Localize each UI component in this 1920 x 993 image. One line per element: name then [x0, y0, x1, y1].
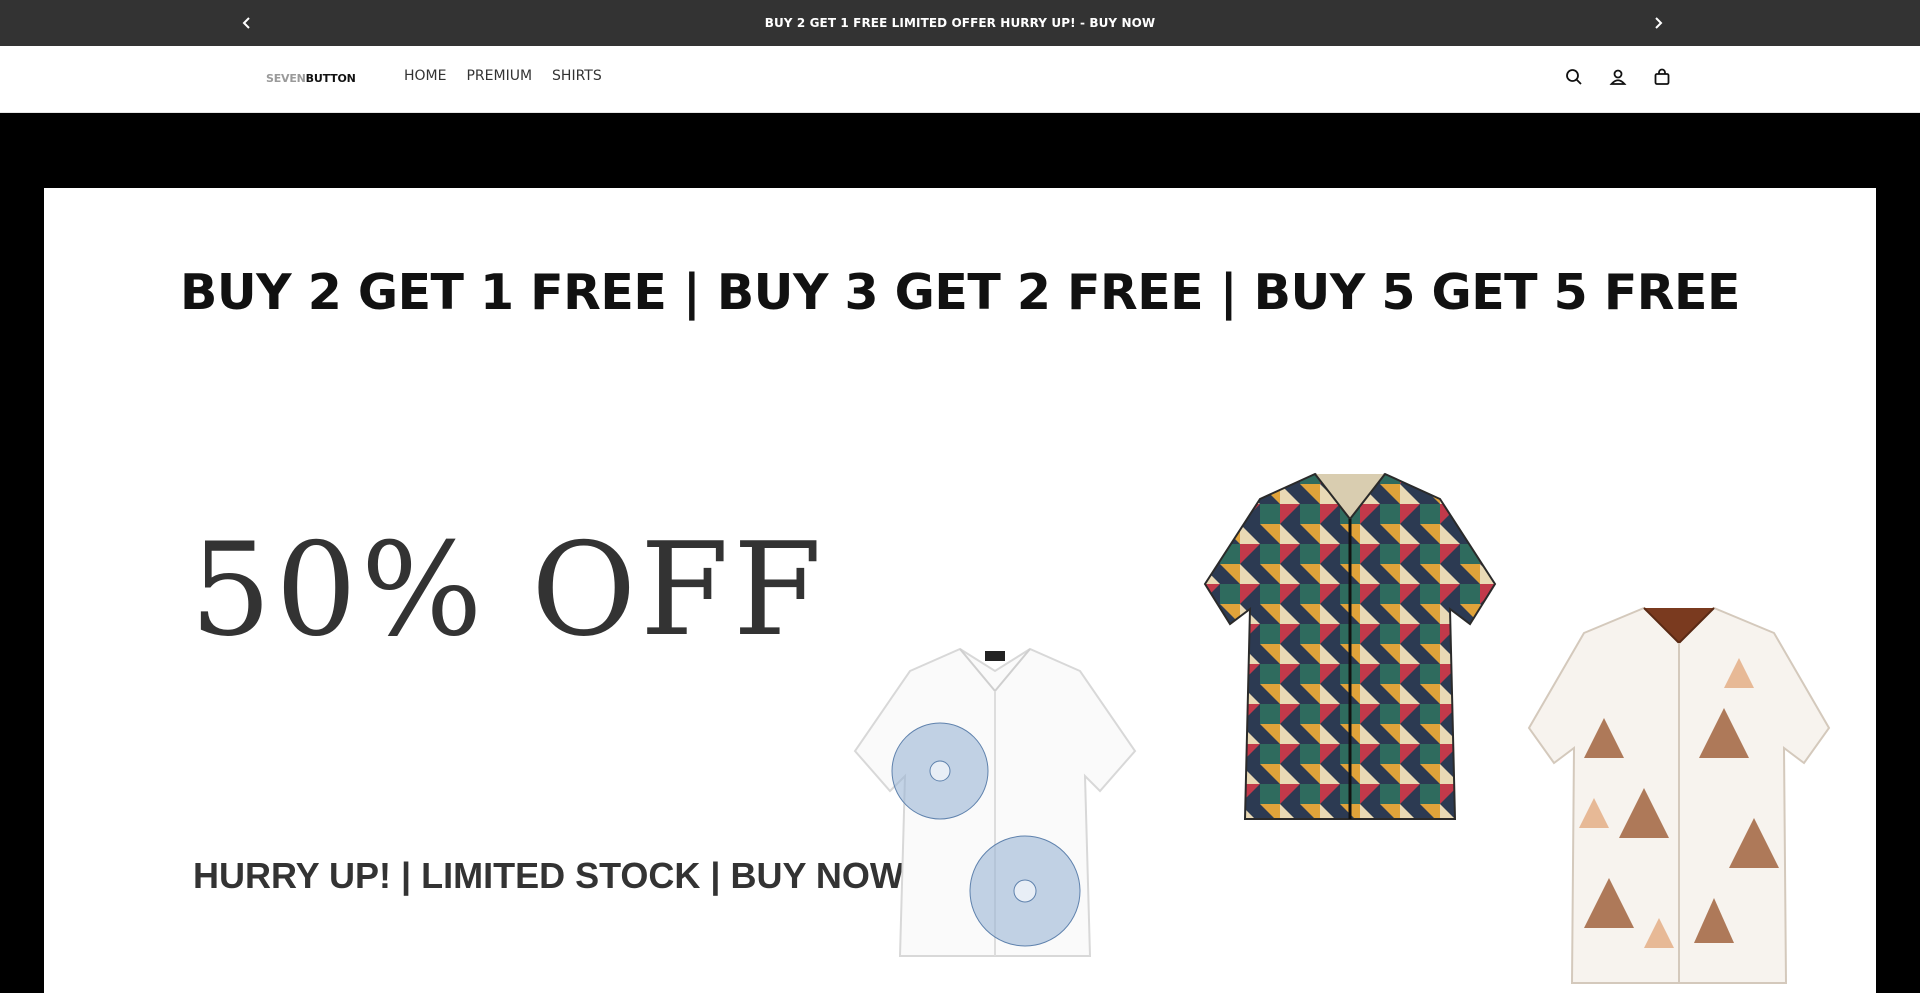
nav-item-premium[interactable]: PREMIUM [466, 68, 532, 84]
site-logo[interactable]: SEVENBUTTON [266, 72, 356, 85]
logo-part-button: BUTTON [305, 72, 356, 85]
account-icon[interactable] [1606, 65, 1630, 89]
product-image-geometric-shirt[interactable] [1200, 464, 1500, 824]
product-image-floral-shirt[interactable] [850, 631, 1140, 961]
product-image-triangle-shirt[interactable] [1524, 598, 1834, 988]
site-header: SEVENBUTTON HOME PREMIUM SHIRTS [0, 46, 1920, 113]
main-nav: HOME PREMIUM SHIRTS [404, 68, 602, 84]
discount-text: 50% OFF [190, 516, 826, 665]
announcement-text[interactable]: BUY 2 GET 1 FREE LIMITED OFFER HURRY UP!… [765, 16, 1156, 30]
cart-icon[interactable] [1650, 65, 1674, 89]
announcement-bar: BUY 2 GET 1 FREE LIMITED OFFER HURRY UP!… [0, 0, 1920, 46]
urgency-text: HURRY UP! | LIMITED STOCK | BUY NOW [193, 855, 904, 896]
promo-headline: BUY 2 GET 1 FREE | BUY 3 GET 2 FREE | BU… [180, 264, 1740, 321]
logo-part-seven: SEVEN [266, 72, 306, 85]
chevron-left-icon[interactable] [232, 0, 262, 46]
chevron-right-icon[interactable] [1643, 0, 1673, 46]
nav-item-shirts[interactable]: SHIRTS [552, 68, 602, 84]
nav-item-home[interactable]: HOME [404, 68, 446, 84]
hero-panel[interactable]: BUY 2 GET 1 FREE | BUY 3 GET 2 FREE | BU… [44, 188, 1876, 993]
header-icons [1562, 65, 1674, 89]
search-icon[interactable] [1562, 65, 1586, 89]
